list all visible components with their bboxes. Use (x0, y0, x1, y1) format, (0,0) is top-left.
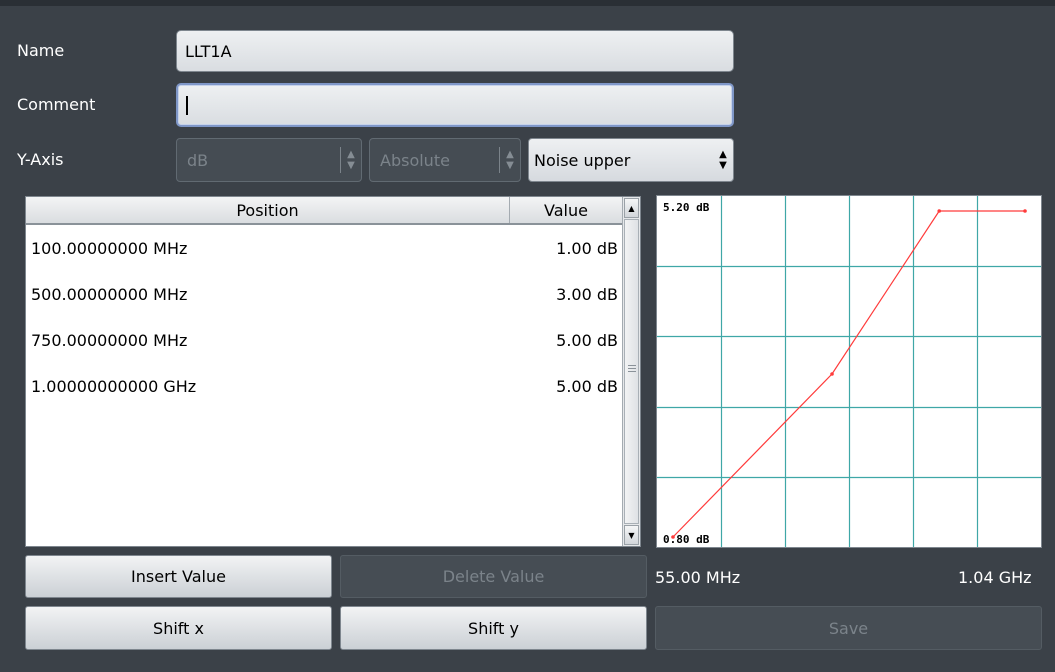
limit-line-table: Position Value 100.00000000 MHz 1.00 dB … (25, 196, 641, 547)
delete-value-button[interactable]: Delete Value (340, 555, 647, 598)
value-cell[interactable]: 3.00 dB (510, 285, 622, 304)
yaxis-unit-value: dB (187, 150, 209, 170)
updown-arrow-icon: ▲ ▼ (719, 149, 727, 171)
value-cell[interactable]: 5.00 dB (510, 377, 622, 396)
name-label: Name (17, 41, 65, 60)
save-button[interactable]: Save (655, 606, 1042, 650)
column-header-value[interactable]: Value (510, 197, 622, 223)
grip-line (628, 371, 636, 372)
shift-y-button[interactable]: Shift y (340, 606, 647, 650)
data-point (1023, 209, 1027, 213)
limit-line-preview-chart: 5.20 dB 0.80 dB (656, 195, 1042, 548)
table-row[interactable]: 100.00000000 MHz 1.00 dB (26, 225, 622, 271)
table-row[interactable]: 500.00000000 MHz 3.00 dB (26, 271, 622, 317)
updown-arrow-icon: ▲ ▼ (506, 149, 514, 171)
position-cell[interactable]: 100.00000000 MHz (26, 239, 510, 258)
scroll-down-arrow-icon[interactable]: ▼ (624, 525, 639, 545)
yaxis-label: Y-Axis (17, 150, 64, 169)
scrollbar-thumb[interactable] (624, 219, 639, 524)
position-cell[interactable]: 1.00000000000 GHz (26, 377, 510, 396)
table-row[interactable]: 750.00000000 MHz 5.00 dB (26, 317, 622, 363)
yaxis-type-value: Noise upper (534, 150, 631, 170)
grip-line (628, 365, 636, 366)
shift-x-button[interactable]: Shift x (25, 606, 332, 650)
vertical-scrollbar[interactable]: ▲ ▼ (622, 197, 640, 546)
table-header: Position Value (26, 197, 622, 225)
yaxis-type-dropdown[interactable]: Noise upper ▲ ▼ (528, 138, 734, 182)
y-min-label: 0.80 dB (663, 533, 710, 546)
column-header-position[interactable]: Position (26, 197, 510, 223)
data-point (830, 372, 834, 376)
yaxis-unit-dropdown[interactable]: dB ▲ ▼ (176, 138, 362, 182)
insert-value-button[interactable]: Insert Value (25, 555, 332, 598)
table-row[interactable]: 1.00000000000 GHz 5.00 dB (26, 363, 622, 409)
grip-line (628, 368, 636, 369)
position-cell[interactable]: 750.00000000 MHz (26, 331, 510, 350)
value-cell[interactable]: 1.00 dB (510, 239, 622, 258)
comment-label: Comment (17, 95, 96, 114)
x-min-label: 55.00 MHz (655, 568, 741, 587)
updown-arrow-icon: ▲ ▼ (347, 149, 355, 171)
chart-svg: 5.20 dB 0.80 dB (657, 196, 1041, 547)
yaxis-mode-dropdown[interactable]: Absolute ▲ ▼ (369, 138, 521, 182)
name-value: LLT1A (185, 41, 232, 61)
x-max-label: 1.04 GHz (958, 568, 1032, 587)
text-caret (186, 95, 188, 115)
data-point (937, 209, 942, 213)
scroll-up-arrow-icon[interactable]: ▲ (624, 198, 639, 218)
y-max-label: 5.20 dB (663, 201, 710, 214)
value-cell[interactable]: 5.00 dB (510, 331, 622, 350)
table-body: 100.00000000 MHz 1.00 dB 500.00000000 MH… (26, 225, 622, 409)
comment-field[interactable] (176, 83, 734, 127)
yaxis-mode-value: Absolute (380, 150, 450, 170)
top-edge (0, 0, 1055, 6)
position-cell[interactable]: 500.00000000 MHz (26, 285, 510, 304)
name-field[interactable]: LLT1A (176, 30, 734, 72)
